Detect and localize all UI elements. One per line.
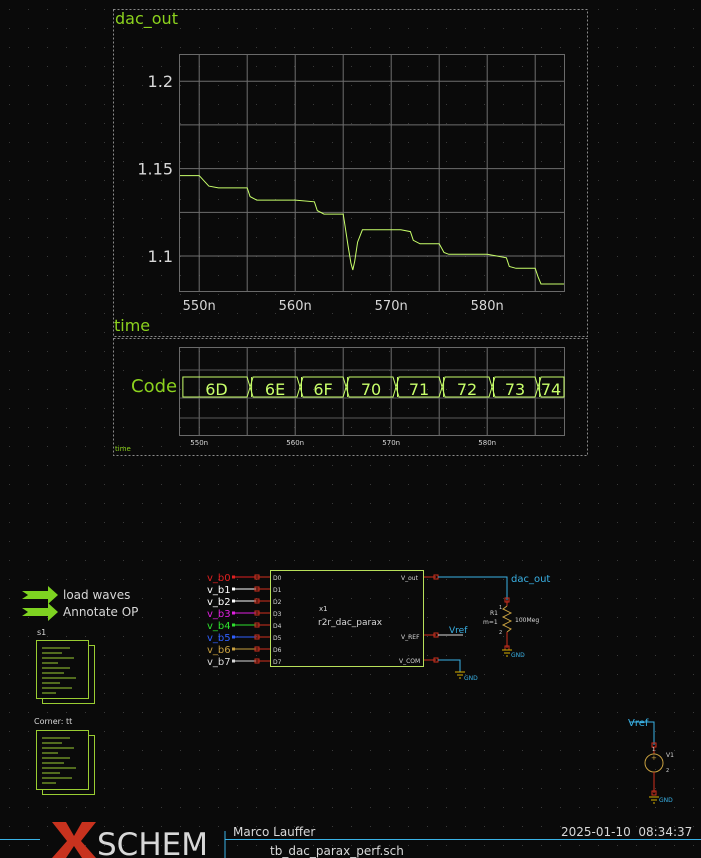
net-label-v-b7: v_b7: [207, 657, 231, 668]
net-label[interactable]: Vref: [628, 718, 649, 729]
schematic-canvas[interactable]: dac_out time 1.2 1.15 1.1 550n 560n 570n 580n…: [0, 0, 701, 858]
net-label[interactable]: dac_out: [511, 574, 550, 585]
pin-label: D7: [273, 659, 282, 666]
vsource-ref: V1: [666, 752, 674, 759]
vsource-pin2: 2: [666, 768, 669, 774]
x-tick-label: 560n: [279, 299, 312, 314]
pin-label: D2: [273, 599, 282, 606]
pin-label: D1: [273, 587, 282, 594]
resistor-value: 100Meg: [515, 617, 539, 624]
y-tick-label: 1.2: [148, 72, 173, 91]
signal-label[interactable]: dac_out: [115, 9, 178, 29]
author: Marco Lauffer: [233, 825, 315, 839]
resistor-ref: R1: [490, 610, 498, 617]
launcher-label[interactable]: load waves: [63, 588, 130, 602]
pin-dot: [232, 599, 235, 603]
pin-label: D6: [273, 647, 282, 654]
datetime: 2025-01-10 08:34:37: [561, 825, 692, 839]
document-icon: [36, 640, 95, 704]
resistor-pin1: 1: [499, 605, 502, 611]
pin-label-v-out: V_out: [401, 575, 419, 582]
bus-code-label: 74: [541, 380, 561, 399]
bus-code-label: 6F: [313, 380, 332, 399]
pin-label: D3: [273, 611, 282, 618]
gnd-label: GND: [511, 652, 525, 659]
plus-icon: +: [651, 754, 657, 762]
x-tick-label: 570n: [382, 439, 400, 447]
net-label-v-b0: v_b0: [207, 573, 231, 584]
x-axis-label: time: [115, 445, 131, 453]
pin-dot: [232, 635, 235, 639]
bus-code-label: 6D: [205, 380, 228, 399]
pin-label: D0: [273, 575, 282, 582]
instance-ref: x1: [319, 605, 328, 613]
pin-label: D5: [273, 635, 282, 642]
vsource-pin1: 1: [652, 747, 655, 753]
x-tick-label: 570n: [375, 299, 408, 314]
pin-dot: [232, 623, 235, 627]
bus-code-label: 72: [457, 380, 477, 399]
instance-name: r2r_dac_parax: [318, 618, 383, 628]
pin-dot: [232, 575, 235, 579]
bus-code-label: 70: [361, 380, 381, 399]
resistor-mult: m=1: [483, 619, 498, 626]
net-label-v-b4: v_b4: [207, 621, 231, 632]
net-label-v-b5: v_b5: [207, 633, 231, 644]
grid-background: [0, 0, 701, 858]
bus-label[interactable]: Code: [131, 376, 177, 397]
pin-label-v-com: V_COM: [399, 658, 420, 665]
gnd-label: GND: [464, 675, 478, 682]
x-tick-label: 580n: [478, 439, 496, 447]
pin-dot: [232, 659, 235, 663]
logo-text: SCHEM: [97, 827, 208, 858]
bus-code-label: 73: [505, 380, 525, 399]
pin-dot: [232, 587, 235, 591]
filename: tb_dac_parax_perf.sch: [270, 844, 404, 858]
pin-dot: [232, 611, 235, 615]
y-tick-label: 1.15: [137, 160, 173, 179]
pin-label: D4: [273, 623, 282, 630]
net-label-v-b2: v_b2: [207, 597, 231, 608]
y-tick-label: 1.1: [148, 247, 173, 266]
x-tick-label: 550n: [190, 439, 208, 447]
launcher-label[interactable]: Annotate OP: [63, 605, 138, 619]
net-label-v-b1: v_b1: [207, 585, 231, 596]
bus-code-label: 71: [409, 380, 429, 399]
net-label[interactable]: Vref: [449, 626, 468, 636]
sheet-label: s1: [37, 628, 46, 637]
x-tick-label: 550n: [183, 299, 216, 314]
x-tick-label: 580n: [471, 299, 504, 314]
sheet-label: Corner: tt: [34, 717, 72, 726]
pin-dot: [232, 647, 235, 651]
x-tick-label: 560n: [286, 439, 304, 447]
bus-code-label: 6E: [265, 380, 285, 399]
x-axis-label: time: [114, 316, 150, 335]
gnd-label: GND: [659, 797, 673, 804]
document-icon: [36, 730, 95, 795]
pin-label-v-ref: V_REF: [401, 634, 420, 641]
resistor-pin2: 2: [499, 630, 502, 636]
net-label-v-b3: v_b3: [207, 609, 231, 620]
net-label-v-b6: v_b6: [207, 645, 231, 656]
